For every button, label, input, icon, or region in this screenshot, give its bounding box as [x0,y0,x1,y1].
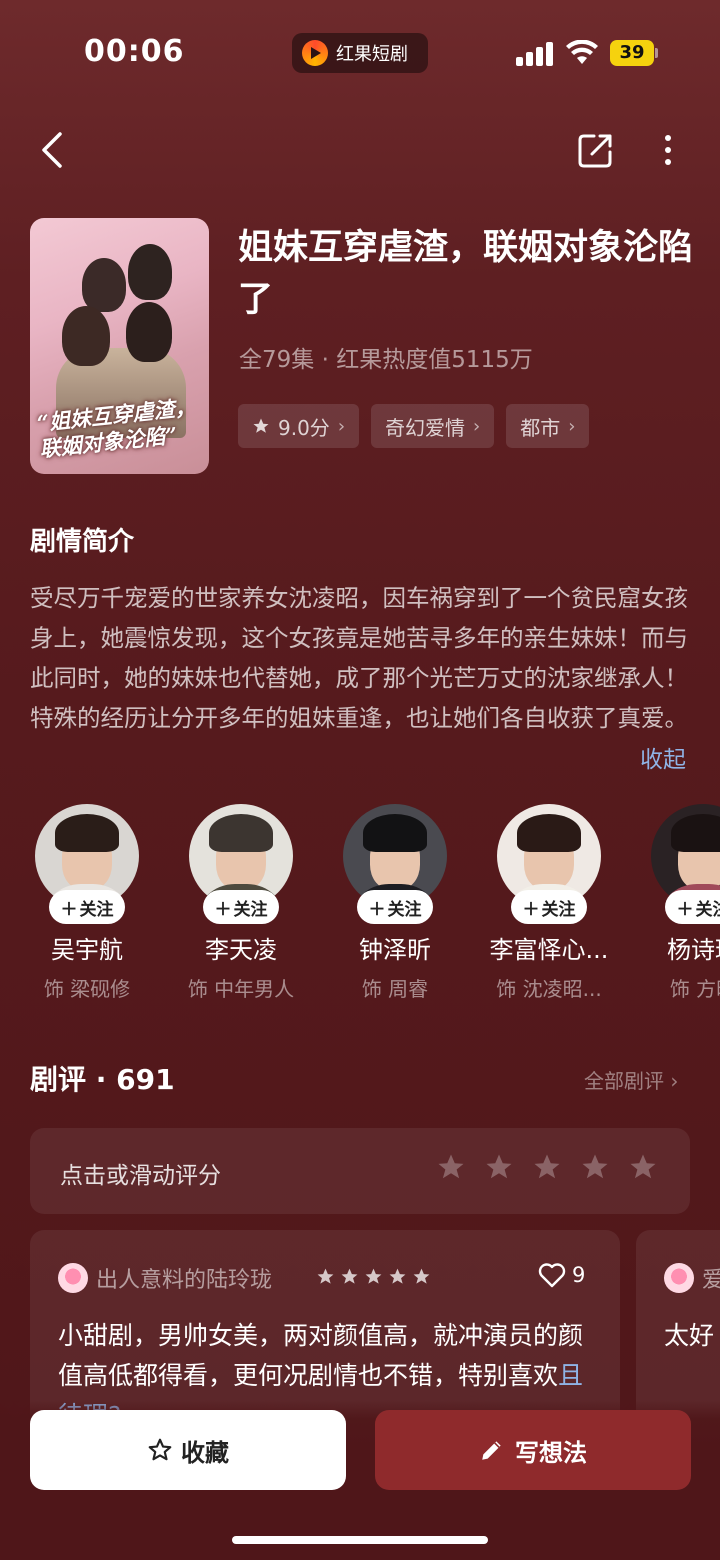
star-icon [413,1268,430,1284]
top-nav [0,120,720,180]
cast-list[interactable]: ＋关注 吴宇航饰 梁砚修＋关注 李天凌饰 中年男人＋关注 钟泽昕饰 周睿＋关注 李富怿心… [0,804,720,1014]
app-name: 红果短剧 [336,44,408,65]
cast-member[interactable]: ＋关注杨诗琪饰 方时 [626,804,720,1002]
plus-icon: ＋ [522,899,540,920]
collect-button[interactable]: 收藏 [30,1410,346,1490]
cast-role: 饰 梁砚修 [43,977,131,1001]
rating-prompt: 点击或滑动评分 [60,1163,221,1189]
synopsis-text: 受尽万千宠爱的世家养女沈凌昭，因车祸穿到了一个贫民窟女孩身上，她震惊发现，这个女… [30,584,688,732]
rating-tag-label: 9.0分 [278,415,330,440]
review-stars [316,1267,431,1286]
follow-label: 关注 [79,899,114,920]
tag-list: 9.0分 › 奇幻爱情 › 都市 › [238,404,590,448]
cast-member[interactable]: ＋关注钟泽昕饰 周睿 [318,804,472,1002]
write-thought-button[interactable]: 写想法 [375,1410,691,1490]
status-time: 00:06 [84,34,185,69]
collect-button-label: 收藏 [181,1438,229,1467]
genre-tag-label: 奇幻爱情 [385,415,466,440]
follow-button[interactable]: ＋关注 [203,890,279,924]
like-count: 9 [572,1263,586,1287]
wifi-icon [566,40,598,64]
follow-label: 关注 [695,899,720,920]
follow-button[interactable]: ＋关注 [665,890,720,924]
follow-label: 关注 [387,899,422,920]
chevron-right-icon: › [473,415,481,437]
cast-role: 饰 沈凌昭... [496,977,602,1001]
write-button-label: 写想法 [515,1438,587,1467]
star-icon [389,1268,406,1284]
category-tag[interactable]: 都市 › [506,404,590,448]
review-username[interactable]: 出人意料的陆玲珑 [96,1262,272,1294]
drama-poster[interactable]: “姐妹互穿虐渣，联姻对象沦陷” [30,218,209,474]
chevron-right-icon: › [337,415,346,437]
app-badge[interactable]: 红果短剧 [292,33,428,73]
collapse-link[interactable]: 收起 [640,740,686,774]
battery-level: 39 [610,40,654,66]
reviews-heading: 剧评 · 691 [30,1063,175,1096]
cast-member[interactable]: ＋关注李富怿心... 饰 沈凌昭... [472,804,626,1002]
rating-star-icon[interactable] [436,1152,466,1182]
follow-button[interactable]: ＋关注 [357,890,433,924]
plus-icon: ＋ [214,899,232,920]
cast-name: 吴宇航 [51,936,123,964]
rating-star-icon[interactable] [532,1152,562,1182]
rating-star-icon[interactable] [484,1152,514,1182]
plus-icon: ＋ [676,899,694,920]
star-icon [365,1268,382,1284]
all-reviews-label: 全部剧评 [584,1069,664,1093]
drama-title: 姐妹互穿虐渣，联姻对象沦陷了 [238,228,694,320]
review-username[interactable]: 爱 [702,1262,720,1294]
bottom-action-bar: 收藏 写想法 [0,1400,720,1560]
battery-icon: 39 [610,40,658,66]
pencil-icon [482,1441,501,1460]
star-icon [341,1268,358,1284]
rating-star-icon[interactable] [580,1152,610,1182]
app-logo-icon [302,40,328,66]
follow-button[interactable]: ＋关注 [49,890,125,924]
cast-name: 杨诗琪 [667,936,720,964]
genre-tag[interactable]: 奇幻爱情 › [371,404,495,448]
star-icon [317,1268,334,1284]
star-outline-icon [148,1438,172,1461]
avatar[interactable] [664,1263,694,1293]
avatar[interactable] [58,1263,88,1293]
rating-stars[interactable] [436,1152,658,1182]
cast-name: 钟泽昕 [359,936,431,964]
cast-member[interactable]: ＋关注吴宇航饰 梁砚修 [10,804,164,1002]
star-icon [253,418,269,433]
plus-icon: ＋ [368,899,386,920]
more-options-icon[interactable] [652,128,684,172]
cast-role: 饰 方时 [669,977,720,1001]
rating-widget[interactable]: 点击或滑动评分 [30,1128,690,1214]
follow-label: 关注 [541,899,576,920]
rating-star-icon[interactable] [628,1152,658,1182]
rating-tag[interactable]: 9.0分 › [238,404,360,448]
drama-meta: 全79集 · 红果热度值5115万 [239,347,533,373]
cast-name: 李富怿心... [489,936,609,964]
synopsis-heading: 剧情简介 [30,527,135,557]
cast-member[interactable]: ＋关注李天凌饰 中年男人 [164,804,318,1002]
chevron-right-icon: › [568,415,576,437]
category-tag-label: 都市 [520,415,561,440]
cellular-signal-icon [516,40,554,66]
back-arrow-icon[interactable] [34,128,74,172]
review-text: 太好 [664,1321,715,1350]
follow-button[interactable]: ＋关注 [511,890,587,924]
follow-label: 关注 [233,899,268,920]
cast-role: 饰 中年男人 [187,977,295,1001]
like-button[interactable]: 9 [538,1262,585,1288]
share-icon[interactable] [574,128,618,172]
cast-name: 李天凌 [205,936,277,964]
cast-role: 饰 周睿 [361,977,429,1001]
home-indicator[interactable] [232,1536,488,1544]
all-reviews-link[interactable]: 全部剧评 › [584,1065,678,1094]
heart-icon [538,1263,566,1288]
status-bar: 00:06 红果短剧 39 [0,0,720,100]
plus-icon: ＋ [60,899,78,920]
